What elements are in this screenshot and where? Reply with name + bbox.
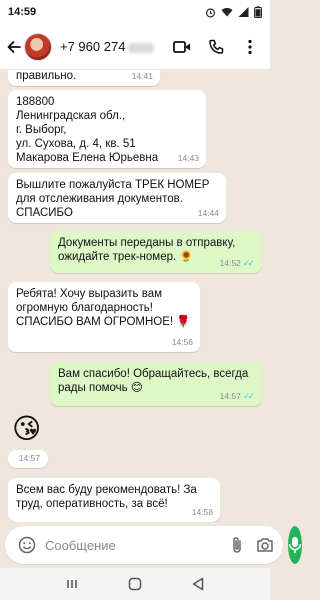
home-icon — [128, 577, 142, 591]
system-nav-bar — [0, 568, 270, 600]
smiley-icon — [18, 536, 36, 554]
menu-button[interactable] — [236, 33, 264, 61]
contact-name[interactable]: +7 960 274 — [60, 39, 162, 54]
paperclip-icon — [233, 537, 241, 553]
compose-bar — [0, 522, 302, 568]
read-ticks-icon: ✓✓ — [242, 391, 255, 401]
message-incoming[interactable]: 188800 Ленинградская обл., г. Выборг, ул… — [8, 90, 206, 168]
recents-icon — [66, 580, 77, 588]
message-time: 14:57 — [219, 391, 241, 401]
status-time: 14:59 — [8, 6, 37, 18]
triangle-back-icon — [193, 577, 204, 591]
message-time: 14:57 — [18, 453, 40, 463]
video-camera-icon — [173, 40, 190, 53]
video-call-button[interactable] — [168, 33, 196, 61]
message-time: 14:52 — [219, 258, 241, 268]
emoji-button[interactable] — [15, 533, 39, 557]
voice-call-button[interactable] — [202, 33, 230, 61]
message-incoming[interactable]: Ребята! Хочу выразить вам огромную благо… — [8, 282, 200, 352]
wifi-icon — [221, 8, 233, 17]
message-incoming[interactable]: правильно. 14:41 — [8, 70, 160, 86]
phone-icon — [209, 39, 224, 54]
status-icons — [205, 6, 262, 18]
microphone-icon — [288, 537, 302, 553]
message-time: 14:58 — [191, 507, 213, 517]
arrow-left-icon — [7, 40, 21, 53]
chat-header: +7 960 274 — [0, 24, 270, 70]
home-button[interactable] — [123, 572, 147, 596]
battery-icon — [254, 6, 262, 18]
message-time: 14:41 — [131, 71, 153, 81]
message-outgoing[interactable]: Документы переданы в отправку, ожидайте … — [50, 231, 262, 273]
contact-phone: +7 960 274 — [60, 39, 126, 54]
status-bar: 14:59 — [0, 0, 270, 24]
camera-icon — [257, 538, 273, 552]
message-incoming[interactable]: Вышлите пожалуйста ТРЕК НОМЕР для отслеж… — [8, 173, 226, 223]
message-text: Вышлите пожалуйста ТРЕК НОМЕР для отслеж… — [16, 179, 210, 219]
read-ticks-icon: ✓✓ — [242, 258, 255, 268]
message-time: 14:43 — [177, 153, 199, 163]
message-time: 14:56 — [171, 337, 193, 347]
message-text: Всем вас буду рекомендовать! За труд, оп… — [16, 484, 197, 510]
message-outgoing[interactable]: Вам спасибо! Обращайтесь, всегда рады по… — [50, 362, 262, 406]
back-button[interactable] — [6, 35, 22, 59]
recents-button[interactable] — [60, 572, 84, 596]
message-time-bubble: 14:57 — [8, 450, 48, 468]
avatar[interactable] — [24, 32, 52, 61]
chat-area[interactable]: правильно. 14:41 188800 Ленинградская об… — [0, 70, 270, 522]
alarm-icon — [205, 7, 216, 17]
message-input-box — [5, 526, 283, 564]
message-text: 188800 Ленинградская обл., г. Выборг, ул… — [16, 96, 159, 164]
camera-button[interactable] — [253, 533, 277, 557]
voice-record-button[interactable] — [288, 526, 302, 564]
message-input[interactable] — [45, 537, 221, 553]
kiss-emoji: 😘 — [12, 413, 42, 444]
back-nav-button[interactable] — [186, 572, 210, 596]
attach-button[interactable] — [225, 533, 249, 557]
message-incoming[interactable]: Всем вас буду рекомендовать! За труд, оп… — [8, 478, 220, 522]
more-vertical-icon — [248, 39, 252, 54]
redacted-number — [128, 42, 155, 53]
message-time: 14:44 — [197, 208, 219, 218]
signal-icon — [238, 7, 249, 17]
message-text: Ребята! Хочу выразить вам огромную благо… — [16, 288, 191, 328]
